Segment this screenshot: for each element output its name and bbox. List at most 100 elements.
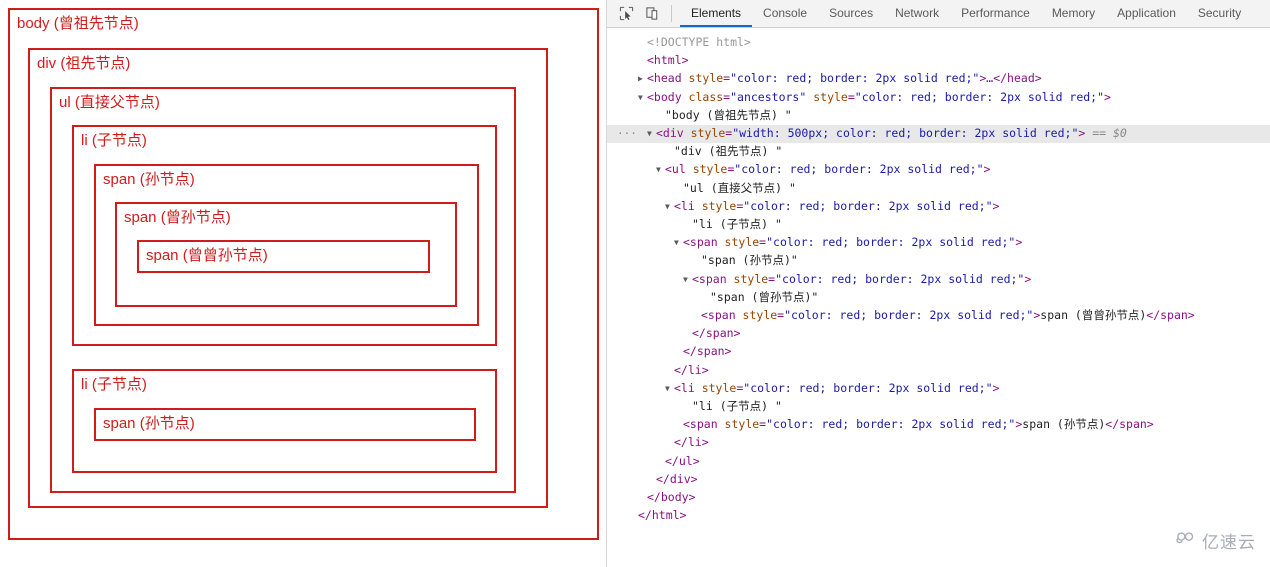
dom-row-content: "span (孙节点)" bbox=[629, 252, 798, 270]
chevron-placeholder bbox=[638, 34, 647, 51]
tab-label: Memory bbox=[1051, 5, 1096, 20]
dom-token: span (孙节点) bbox=[1022, 417, 1106, 432]
tab-label: Sources bbox=[829, 5, 874, 20]
dom-row[interactable]: <span style="color: red; border: 2px sol… bbox=[607, 307, 1270, 325]
dom-token: style bbox=[692, 162, 728, 177]
dom-token: style bbox=[688, 71, 724, 86]
dom-token: "body (曾祖先节点) " bbox=[665, 107, 792, 122]
dom-row-content: ▼ <li style="color: red; border: 2px soli… bbox=[629, 198, 999, 216]
node-label-body: body (曾祖先节点) bbox=[17, 15, 139, 32]
dom-row[interactable]: </li> bbox=[607, 362, 1270, 380]
dom-token: <li bbox=[674, 198, 702, 213]
node-label-span-grandchild-second: span (孙节点) bbox=[103, 415, 195, 432]
dom-row[interactable]: "li (子节点) " bbox=[607, 216, 1270, 234]
dom-row[interactable]: ▼ <body class="ancestors" style="color: r… bbox=[607, 89, 1270, 107]
node-label-li-second: li (子节点) bbox=[81, 376, 147, 394]
node-box-span-great-great-grandchild: span (曾曾孙节点) bbox=[137, 239, 430, 273]
chevron-down-icon[interactable]: ▼ bbox=[674, 234, 683, 251]
dom-row[interactable]: ▼ <ul style="color: red; border: 2px soli… bbox=[607, 161, 1270, 179]
dom-row[interactable]: </html> bbox=[607, 507, 1270, 525]
dom-token: style bbox=[724, 417, 760, 432]
dom-token: <!DOCTYPE html> bbox=[647, 35, 751, 49]
dom-row[interactable]: "div (祖先节点) " bbox=[607, 143, 1270, 161]
dom-token: <html> bbox=[647, 53, 689, 68]
tab-console[interactable]: Console bbox=[752, 0, 818, 27]
dom-token: "color: red; border: 2px solid red;" bbox=[766, 417, 1016, 432]
dom-tree-view[interactable]: <!DOCTYPE html> <html> ▶ <head style="colo… bbox=[607, 28, 1270, 567]
chevron-placeholder bbox=[683, 216, 692, 233]
dom-row[interactable]: </span> bbox=[607, 343, 1270, 361]
inspect-element-icon[interactable] bbox=[613, 0, 639, 27]
dom-token: style bbox=[690, 126, 726, 141]
dom-token: </span> bbox=[692, 326, 741, 341]
dom-token: <span bbox=[701, 308, 743, 323]
dom-token: <head bbox=[647, 71, 689, 86]
dom-row-content: ▼ <li style="color: red; border: 2px soli… bbox=[629, 380, 999, 398]
chevron-down-icon[interactable]: ▼ bbox=[656, 161, 665, 178]
dom-row[interactable]: </body> bbox=[607, 489, 1270, 507]
dom-row-selected[interactable]: ··· ▼ <div style="width: 500px; color: red… bbox=[607, 125, 1270, 144]
dom-row[interactable]: "span (曾孙节点)" bbox=[607, 289, 1270, 307]
dom-token: > bbox=[1104, 89, 1111, 104]
dom-row[interactable]: ▼ <span style="color: red; border: 2px so… bbox=[607, 271, 1270, 289]
dom-row[interactable]: "span (孙节点)" bbox=[607, 252, 1270, 270]
dom-row-content: "li (子节点) " bbox=[629, 216, 782, 234]
node-box-span-great-grandchild: span (曾孙节点) span (曾曾孙节点) bbox=[115, 201, 457, 307]
dom-row[interactable]: </span> bbox=[607, 325, 1270, 343]
node-label-span-great-grandchild: span (曾孙节点) bbox=[124, 208, 231, 226]
dom-row-content: </li> bbox=[629, 362, 709, 380]
dom-token: style bbox=[701, 198, 737, 213]
chevron-down-icon[interactable]: ▼ bbox=[665, 380, 674, 397]
chevron-down-icon[interactable]: ▼ bbox=[647, 125, 656, 142]
device-toolbar-icon[interactable] bbox=[639, 0, 665, 27]
watermark: 亿速云 bbox=[1175, 528, 1256, 553]
dom-token: </li> bbox=[674, 362, 709, 377]
tab-label: Security bbox=[1197, 5, 1242, 20]
dom-row[interactable]: "ul (直接父节点) " bbox=[607, 180, 1270, 198]
dom-row-content: </li> bbox=[629, 434, 709, 452]
tab-performance[interactable]: Performance bbox=[950, 0, 1041, 27]
tab-security[interactable]: Security bbox=[1187, 0, 1252, 27]
dom-row[interactable]: ▼ <span style="color: red; border: 2px so… bbox=[607, 234, 1270, 252]
dom-row-content: ▼ <div style="width: 500px; color: red; b… bbox=[629, 125, 1127, 143]
dom-row[interactable]: </li> bbox=[607, 434, 1270, 452]
dom-row-content: </div> bbox=[629, 471, 698, 489]
dom-row[interactable]: ▼ <li style="color: red; border: 2px soli… bbox=[607, 380, 1270, 398]
node-box-li-second: li (子节点) span (孙节点) bbox=[72, 369, 497, 474]
dom-token: </span> bbox=[1105, 417, 1154, 432]
dom-row-content: ▶ <head style="color: red; border: 2px so… bbox=[629, 70, 1042, 88]
chevron-placeholder bbox=[656, 107, 665, 124]
dom-token: </span> bbox=[1146, 308, 1195, 323]
dom-row[interactable]: ▼ <li style="color: red; border: 2px soli… bbox=[607, 198, 1270, 216]
dom-token: style bbox=[742, 308, 778, 323]
chevron-right-icon[interactable]: ▶ bbox=[638, 70, 647, 87]
chevron-down-icon[interactable]: ▼ bbox=[665, 198, 674, 215]
dom-token: style bbox=[733, 271, 769, 286]
dom-row[interactable]: <span style="color: red; border: 2px sol… bbox=[607, 416, 1270, 434]
dom-token: <body bbox=[647, 89, 689, 104]
dom-row[interactable]: </div> bbox=[607, 471, 1270, 489]
tab-elements[interactable]: Elements bbox=[680, 0, 753, 27]
dom-row[interactable]: <!DOCTYPE html> bbox=[607, 34, 1270, 52]
chevron-placeholder bbox=[692, 307, 701, 324]
dom-token: <div bbox=[656, 126, 691, 141]
dom-row[interactable]: <html> bbox=[607, 52, 1270, 70]
chevron-placeholder bbox=[683, 325, 692, 342]
dom-row-content: </ul> bbox=[629, 453, 700, 471]
tab-network[interactable]: Network bbox=[884, 0, 950, 27]
dom-row[interactable]: </ul> bbox=[607, 453, 1270, 471]
chevron-down-icon[interactable]: ▼ bbox=[683, 271, 692, 288]
tab-application[interactable]: Application bbox=[1106, 0, 1187, 27]
dom-token: <span bbox=[683, 235, 725, 250]
dom-row[interactable]: "li (子节点) " bbox=[607, 398, 1270, 416]
dom-row-content: <span style="color: red; border: 2px sol… bbox=[629, 307, 1195, 325]
dom-token: "color: red; border: 2px solid red;" bbox=[784, 308, 1034, 323]
dom-row-content: "div (祖先节点) " bbox=[629, 143, 782, 161]
dom-token: > bbox=[992, 380, 1000, 395]
tab-sources[interactable]: Sources bbox=[818, 0, 884, 27]
chevron-down-icon[interactable]: ▼ bbox=[638, 89, 647, 106]
dom-row[interactable]: ▶ <head style="color: red; border: 2px so… bbox=[607, 70, 1270, 88]
dom-row[interactable]: "body (曾祖先节点) " bbox=[607, 107, 1270, 125]
dom-token: "color: red; border: 2px solid red;" bbox=[775, 271, 1025, 286]
tab-memory[interactable]: Memory bbox=[1041, 0, 1106, 27]
